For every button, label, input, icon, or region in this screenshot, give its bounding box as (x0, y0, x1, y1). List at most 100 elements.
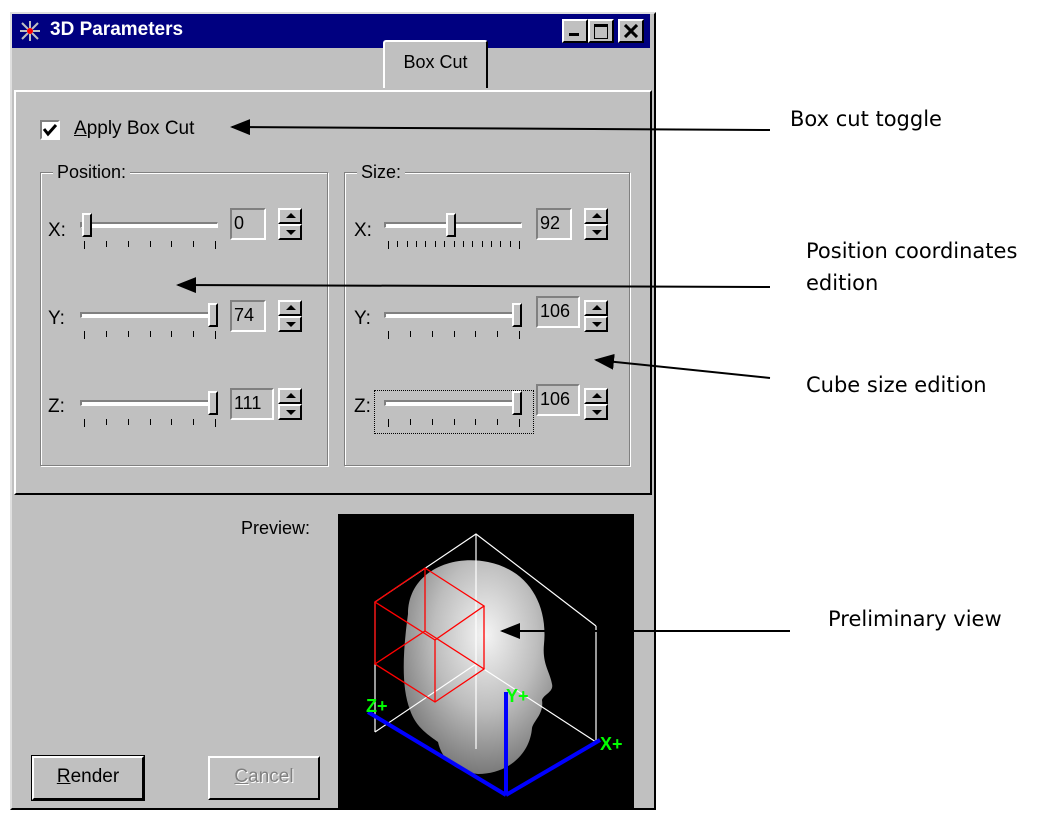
render-button[interactable]: Render (31, 755, 145, 801)
position-z-spinner[interactable] (278, 388, 302, 420)
slider-tick (475, 331, 476, 337)
position-y-up-button[interactable] (278, 300, 302, 316)
checkmark-icon (42, 124, 58, 137)
arrow-down-icon (592, 322, 602, 327)
size-y-ticks (388, 331, 520, 339)
slider-tick (128, 331, 129, 337)
window-title: 3D Parameters (50, 19, 184, 40)
arrow-up-icon (286, 305, 296, 310)
slider-tick (410, 331, 411, 337)
slider-tick (128, 241, 129, 247)
slider-tick (193, 241, 194, 247)
position-z-label: Z: (48, 396, 65, 417)
size-x-ticks (388, 241, 520, 249)
slider-tick (193, 419, 194, 425)
size-y-spinner[interactable] (584, 300, 608, 332)
size-group-title: Size: (357, 162, 406, 183)
position-y-slider-thumb[interactable] (208, 303, 218, 327)
slider-tick (410, 419, 411, 425)
size-y-input[interactable]: 106 (536, 296, 580, 328)
position-x-down-button[interactable] (278, 224, 302, 240)
position-z-slider-track[interactable] (80, 400, 218, 406)
arrow-up-icon (592, 393, 602, 398)
slider-tick (84, 241, 85, 249)
size-z-spinner[interactable] (584, 388, 608, 420)
arrow-down-icon (286, 230, 296, 235)
slider-tick (454, 241, 455, 247)
slider-tick (519, 241, 520, 249)
maximize-button[interactable] (588, 19, 614, 43)
size-x-slider-thumb[interactable] (446, 213, 456, 237)
position-y-input[interactable]: 74 (230, 300, 266, 332)
annotation-position-line2: edition (806, 271, 879, 295)
position-x-up-button[interactable] (278, 208, 302, 224)
position-y-ticks (84, 331, 216, 339)
position-x-slider-thumb[interactable] (82, 213, 92, 237)
size-x-up-button[interactable] (584, 208, 608, 224)
apply-box-cut-label: Apply Box Cut (74, 118, 195, 139)
slider-tick (475, 419, 476, 425)
size-x-input[interactable]: 92 (536, 208, 572, 240)
slider-tick (150, 419, 151, 425)
slider-tick (491, 241, 492, 247)
app-icon (20, 21, 40, 41)
preview-render: Z+ Y+ X+ (366, 533, 623, 797)
slider-tick (106, 331, 107, 337)
tab-box-cut[interactable]: Box Cut (383, 40, 488, 88)
cancel-button[interactable]: Cancel (208, 756, 320, 800)
position-x-input[interactable]: 0 (230, 208, 266, 240)
slider-tick (472, 241, 473, 247)
annotation-box-cut-toggle: Box cut toggle (790, 107, 942, 131)
arrow-down-icon (592, 230, 602, 235)
slider-tick (171, 241, 172, 247)
slider-tick (463, 241, 464, 247)
size-y-slider-track[interactable] (384, 312, 522, 318)
slider-tick (497, 419, 498, 425)
slider-tick (482, 241, 483, 247)
arrow-down-icon (592, 410, 602, 415)
slider-tick (171, 419, 172, 425)
size-z-down-button[interactable] (584, 404, 608, 420)
position-x-spinner[interactable] (278, 208, 302, 240)
arrow-down-icon (286, 410, 296, 415)
position-z-slider-thumb[interactable] (208, 391, 218, 415)
position-y-spinner[interactable] (278, 300, 302, 332)
position-y-down-button[interactable] (278, 316, 302, 332)
position-x-slider-track[interactable] (80, 222, 218, 228)
checkbox-box[interactable] (40, 120, 60, 140)
slider-tick (407, 241, 408, 247)
title-bar[interactable]: 3D Parameters (12, 14, 650, 48)
maximize-icon (594, 24, 608, 39)
size-z-up-button[interactable] (584, 388, 608, 404)
size-y-up-button[interactable] (584, 300, 608, 316)
slider-tick (193, 331, 194, 337)
close-button[interactable] (618, 19, 644, 43)
position-z-up-button[interactable] (278, 388, 302, 404)
slider-tick (388, 241, 389, 249)
slider-tick (444, 241, 445, 247)
slider-tick (454, 331, 455, 337)
annotation-cube-size: Cube size edition (806, 373, 987, 397)
size-x-down-button[interactable] (584, 224, 608, 240)
size-x-spinner[interactable] (584, 208, 608, 240)
minimize-button[interactable] (562, 19, 588, 43)
slider-tick (388, 331, 389, 339)
slider-tick (510, 241, 511, 247)
arrow-up-icon (592, 305, 602, 310)
z-axis-label: Z+ (366, 696, 388, 716)
position-z-input[interactable]: 111 (230, 388, 274, 420)
preview-viewport[interactable]: Z+ Y+ X+ (338, 514, 634, 810)
size-z-slider-thumb[interactable] (512, 391, 522, 415)
position-z-down-button[interactable] (278, 404, 302, 420)
size-z-input[interactable]: 106 (536, 384, 580, 416)
position-y-slider-track[interactable] (80, 312, 218, 318)
slider-tick (497, 331, 498, 337)
size-y-down-button[interactable] (584, 316, 608, 332)
size-y-slider-thumb[interactable] (512, 303, 522, 327)
slider-tick (215, 241, 216, 249)
slider-tick (128, 419, 129, 425)
slider-tick (150, 331, 151, 337)
arrow-up-icon (592, 213, 602, 218)
slider-tick (432, 419, 433, 425)
size-z-slider-track[interactable] (384, 400, 522, 406)
